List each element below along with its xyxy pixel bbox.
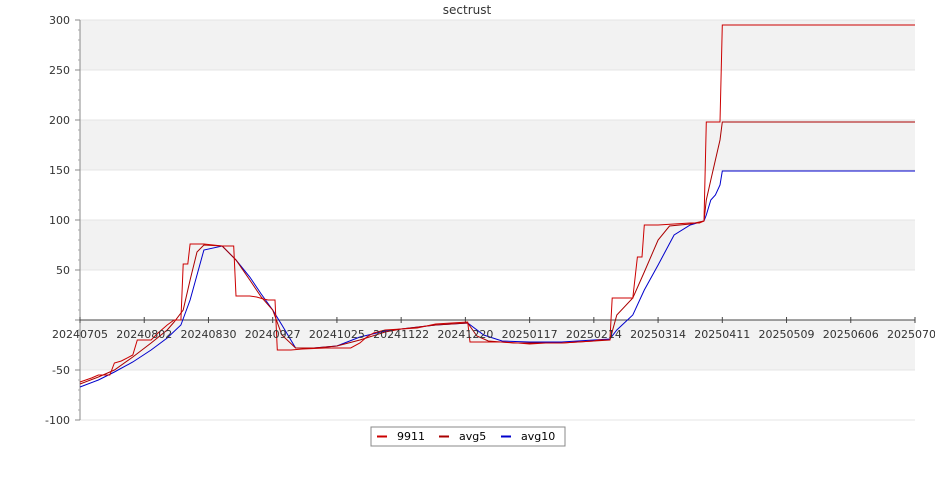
y-tick-label: 150: [49, 164, 70, 177]
x-tick-label: 20250509: [759, 328, 815, 341]
x-tick-label: 20250314: [630, 328, 686, 341]
legend-label-avg10: avg10: [521, 430, 555, 443]
x-tick-label: 20240830: [180, 328, 236, 341]
legend-label-9911: 9911: [397, 430, 425, 443]
x-tick-label: 20240802: [116, 328, 172, 341]
x-tick-label: 20250704: [887, 328, 935, 341]
y-tick-label: 250: [49, 64, 70, 77]
x-tick-label: 20250214: [566, 328, 622, 341]
plot-band: [80, 20, 915, 70]
x-tick-label: 20241220: [437, 328, 493, 341]
x-tick-label: 20240927: [245, 328, 301, 341]
plot-band: [80, 170, 915, 220]
y-tick-label: 200: [49, 114, 70, 127]
legend: 9911 avg5 avg10: [370, 426, 566, 447]
plot-band: [80, 270, 915, 320]
y-tick-label: -50: [52, 364, 70, 377]
y-tick-label: -100: [45, 414, 70, 427]
x-tick-label: 20250117: [502, 328, 558, 341]
line-chart: sectrust 20240705 20240802 20240830 2024092…: [0, 0, 935, 500]
x-tick-label: 20241122: [373, 328, 429, 341]
plot-band: [80, 120, 915, 170]
x-tick-label: 20241025: [309, 328, 365, 341]
legend-label-avg5: avg5: [459, 430, 486, 443]
plot-band: [80, 70, 915, 120]
x-tick-label: 20250411: [694, 328, 750, 341]
x-tick-label: 20240705: [52, 328, 108, 341]
x-tick-label: 20250606: [823, 328, 879, 341]
y-tick-label: 100: [49, 214, 70, 227]
y-tick-label: 50: [56, 264, 70, 277]
chart-title: sectrust: [443, 3, 492, 17]
y-tick-label: 300: [49, 14, 70, 27]
plot-band: [80, 370, 915, 420]
